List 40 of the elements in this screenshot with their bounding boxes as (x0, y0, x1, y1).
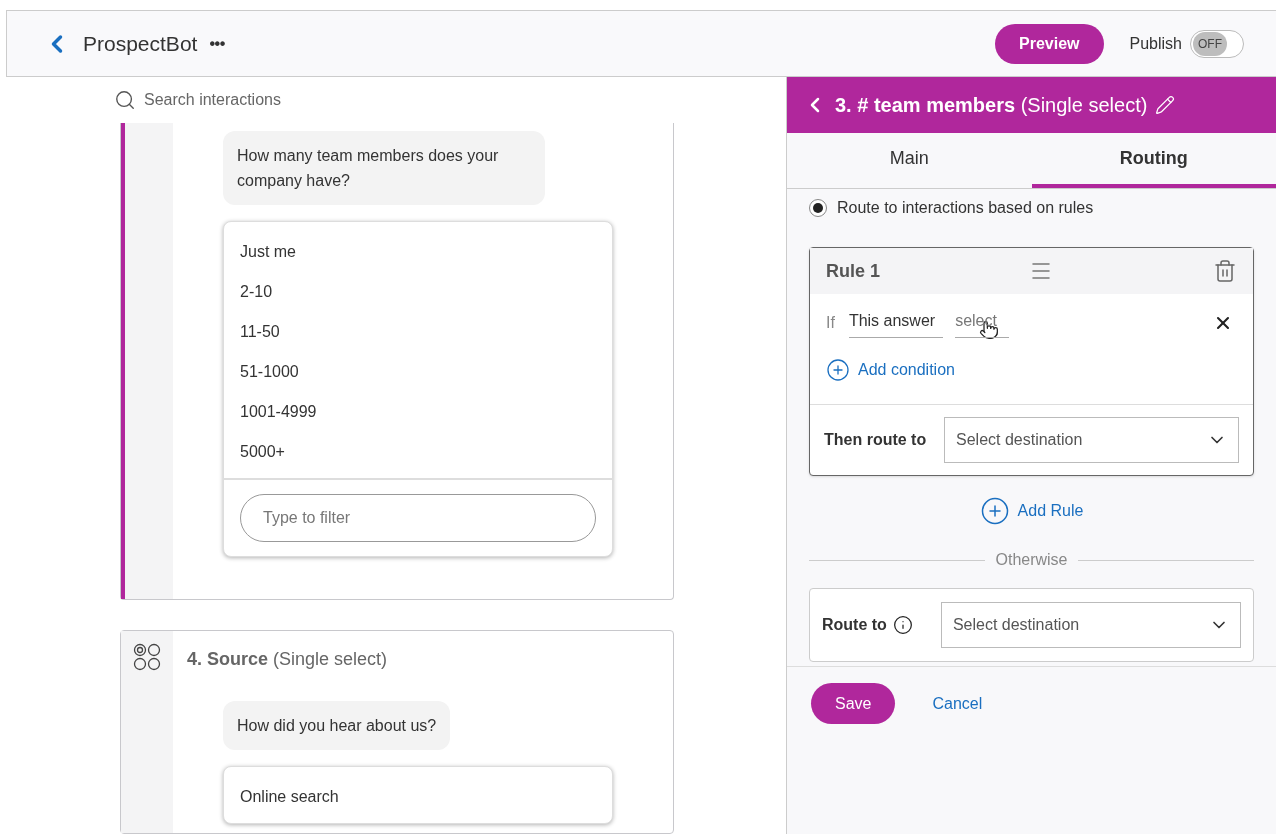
add-icon (826, 358, 850, 382)
destination-dropdown[interactable]: Select destination (944, 417, 1239, 463)
bot-title: ProspectBot (83, 30, 198, 57)
panel-tab[interactable]: Routing (1031, 133, 1276, 188)
add-rule-link[interactable]: Add Rule (979, 496, 1084, 526)
answer-option[interactable]: 2-10 (224, 272, 612, 312)
more-button[interactable]: ••• (209, 31, 225, 56)
subject-field[interactable]: This answer (848, 308, 944, 338)
cancel-link[interactable]: Cancel (932, 691, 983, 716)
add-condition-link[interactable]: Add condition (826, 358, 955, 382)
publish-label: Publish (1129, 33, 1182, 54)
info-icon[interactable] (892, 615, 913, 635)
panel-title: 3. # team members (Single select) (835, 93, 1148, 118)
question-bubble: How did you hear about us? (223, 701, 451, 750)
answer-option[interactable]: Just me (224, 232, 612, 272)
answer-option[interactable]: 5000+ (224, 432, 612, 472)
route-to-label: Route to (822, 615, 887, 635)
radio-options-icon (133, 643, 161, 671)
then-route-label: Then route to (824, 430, 928, 450)
answer-option[interactable]: 11-50 (224, 312, 612, 352)
answer-option[interactable]: 51-1000 (224, 352, 612, 392)
destination-dropdown[interactable]: Select destination (940, 602, 1241, 648)
add-icon (979, 496, 1010, 526)
otherwise-label: Otherwise (994, 550, 1069, 570)
radio-button[interactable] (809, 199, 827, 217)
filter-field[interactable]: Type to filter (240, 494, 596, 542)
preview-button[interactable]: Preview (995, 23, 1104, 64)
question-bubble: How many team members does your company have? (223, 131, 545, 205)
radio-label: Route to interactions based on rules (837, 198, 1094, 218)
rule-title: Rule 1 (826, 259, 881, 283)
save-button[interactable]: Save (811, 683, 896, 724)
interaction-title: 4. Source (Single select) (187, 648, 389, 671)
edit-icon[interactable] (1155, 95, 1176, 115)
delete-icon[interactable] (1213, 259, 1237, 283)
publish-toggle[interactable]: OFF (1190, 29, 1244, 58)
search-field[interactable]: Search interactions (144, 88, 444, 112)
answer-option[interactable]: 1001-4999 (224, 392, 612, 432)
panel-tab[interactable]: Main (787, 133, 1032, 188)
condition-prefix: If (826, 313, 835, 333)
search-icon (114, 89, 136, 111)
